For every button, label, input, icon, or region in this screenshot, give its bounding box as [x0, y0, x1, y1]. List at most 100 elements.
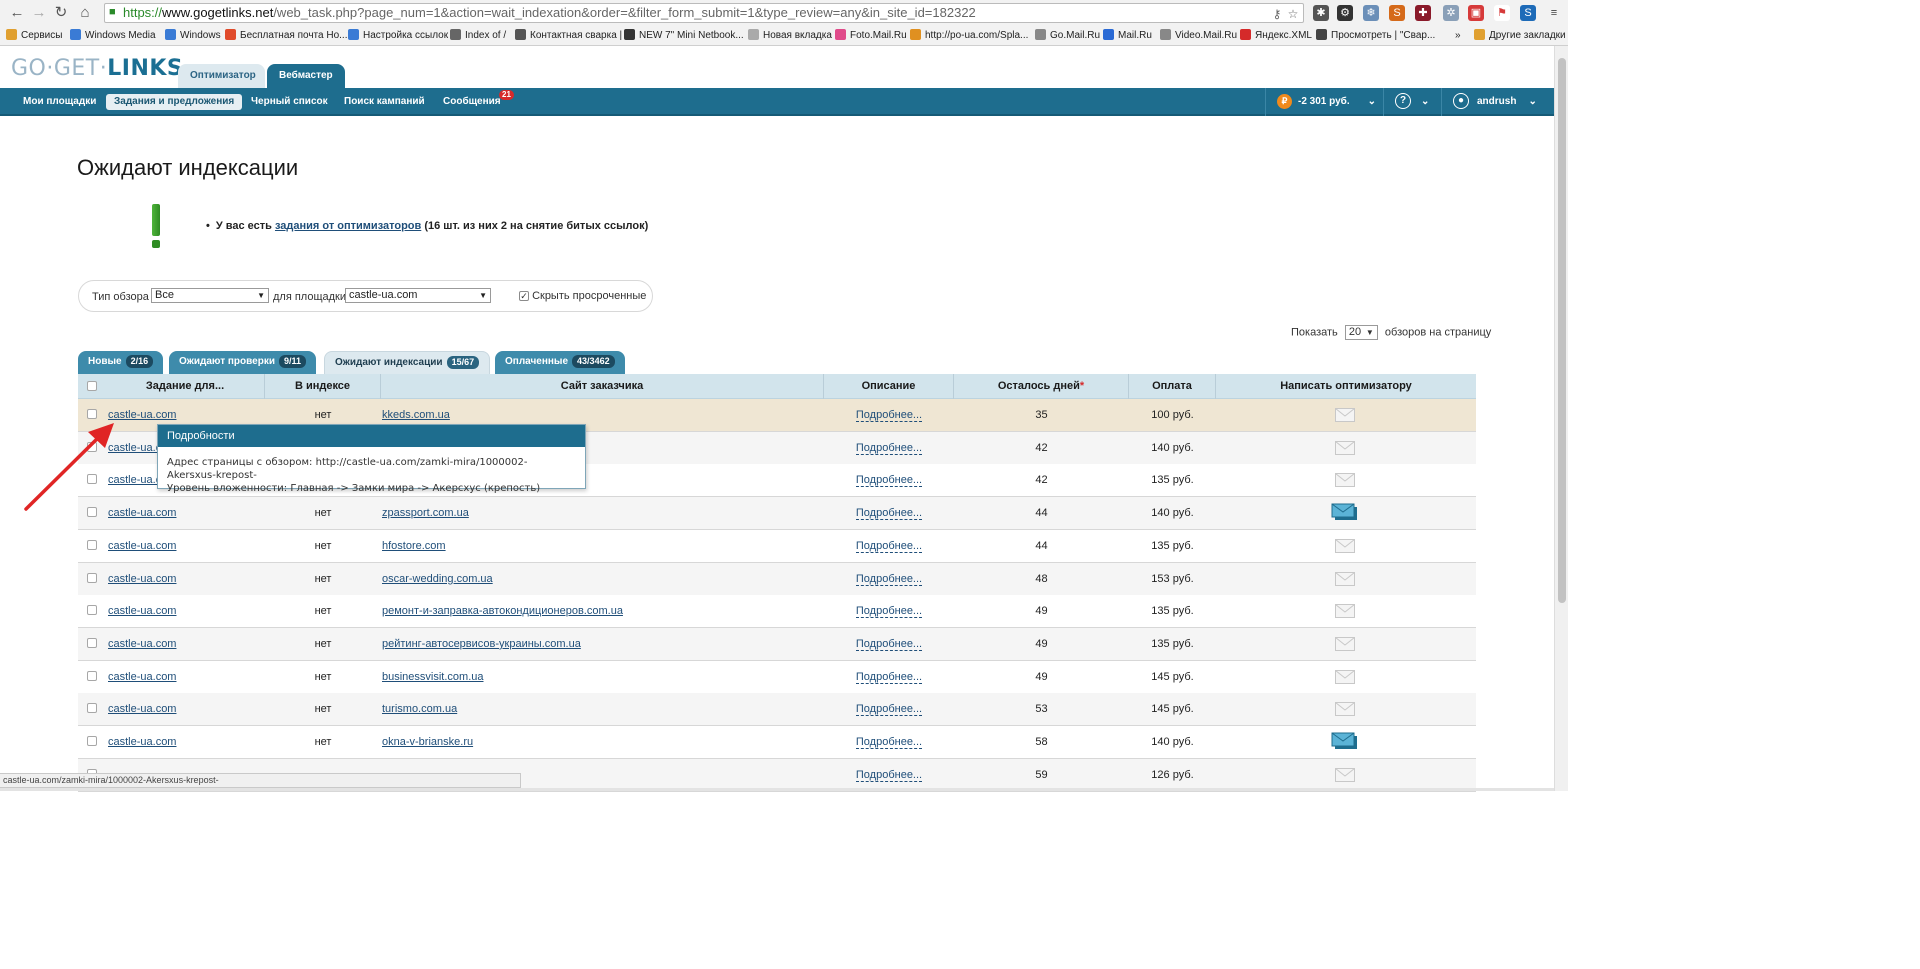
tab-new[interactable]: Новые 2/16: [78, 351, 164, 375]
balance-menu[interactable]: ₽ -2 301 руб. ⌄: [1277, 93, 1376, 111]
review-type-select[interactable]: Все ▼: [151, 288, 269, 303]
col-payment[interactable]: Оплата: [1129, 374, 1216, 399]
bookmark-item[interactable]: Сервисы: [6, 28, 62, 43]
messages-envelope-icon[interactable]: [1331, 503, 1359, 521]
cell-desc[interactable]: Подробнее...: [855, 474, 923, 488]
envelope-icon[interactable]: [1335, 473, 1355, 488]
bookmark-item[interactable]: NEW 7" Mini Netbook...: [624, 28, 744, 43]
envelope-icon[interactable]: [1335, 571, 1355, 586]
col-task-for[interactable]: Задание для...: [106, 374, 265, 399]
site-select[interactable]: castle-ua.com ▼: [345, 288, 491, 303]
extension-s2-icon[interactable]: S: [1520, 5, 1536, 21]
bookmark-item[interactable]: Бесплатная почта Но...: [225, 28, 347, 43]
extension-gear-icon[interactable]: ⚙: [1337, 5, 1353, 21]
select-all-checkbox[interactable]: [87, 381, 97, 391]
optimizer-tasks-link[interactable]: задания от оптимизаторов: [275, 220, 421, 232]
cell-customer[interactable]: zpassport.com.ua: [382, 507, 469, 519]
cell-desc[interactable]: Подробнее...: [855, 409, 923, 422]
row-checkbox[interactable]: [87, 736, 97, 746]
bookmark-item[interactable]: Windows: [165, 28, 221, 43]
extension-snow-icon[interactable]: ❄: [1363, 5, 1379, 21]
cell-customer[interactable]: okna-v-brianske.ru: [382, 736, 473, 748]
cell-desc[interactable]: Подробнее...: [855, 507, 923, 521]
site-logo[interactable]: GO·GET·LINKS: [11, 56, 183, 81]
envelope-icon[interactable]: [1335, 604, 1355, 619]
forward-icon[interactable]: →: [30, 4, 48, 22]
cell-desc[interactable]: Подробнее...: [855, 703, 923, 717]
cell-desc[interactable]: Подробнее...: [855, 637, 923, 651]
row-checkbox[interactable]: [87, 539, 97, 550]
cell-customer[interactable]: hfostore.com: [382, 540, 446, 552]
bookmark-star-icon[interactable]: ☆: [1285, 6, 1301, 22]
bookmark-item[interactable]: Index of /: [450, 28, 506, 43]
row-checkbox[interactable]: [87, 670, 97, 681]
cell-customer[interactable]: turismo.com.ua: [382, 703, 457, 715]
row-checkbox[interactable]: [87, 605, 97, 616]
envelope-icon[interactable]: [1335, 636, 1355, 651]
row-checkbox[interactable]: [87, 703, 97, 714]
nav-blacklist[interactable]: Черный список: [251, 94, 328, 110]
key-icon[interactable]: ⚷: [1269, 6, 1285, 22]
extension-flag-icon[interactable]: ✚: [1415, 5, 1431, 21]
row-checkbox[interactable]: [87, 572, 97, 583]
cell-desc[interactable]: Подробнее...: [855, 441, 923, 455]
bookmark-item[interactable]: Windows Media: [70, 28, 156, 43]
bookmark-item[interactable]: Настройка ссылок: [348, 28, 448, 43]
bookmark-item[interactable]: Mail.Ru: [1103, 28, 1152, 43]
bookmark-item[interactable]: Foto.Mail.Ru: [835, 28, 907, 43]
cell-site[interactable]: castle-ua.com: [108, 671, 176, 683]
bookmark-folder[interactable]: Другие закладки: [1474, 28, 1566, 43]
nav-messages[interactable]: Сообщения 21: [443, 90, 514, 110]
home-icon[interactable]: ⌂: [76, 4, 94, 22]
bookmark-item[interactable]: Контактная сварка |: [515, 28, 622, 43]
bookmark-item[interactable]: Go.Mail.Ru: [1035, 28, 1100, 43]
bookmark-item[interactable]: http://po-ua.com/Spla...: [910, 28, 1028, 43]
extension-sun-icon[interactable]: ✲: [1443, 5, 1459, 21]
reload-icon[interactable]: ↻: [52, 4, 70, 22]
cell-customer[interactable]: kkeds.com.ua: [382, 409, 450, 421]
cell-customer[interactable]: oscar-wedding.com.ua: [382, 573, 493, 585]
menu-icon[interactable]: ≡: [1546, 5, 1562, 21]
back-icon[interactable]: ←: [8, 4, 26, 22]
extension-cart-icon[interactable]: ⚑: [1494, 5, 1510, 21]
envelope-icon[interactable]: [1335, 440, 1355, 455]
scrollbar-thumb[interactable]: [1558, 58, 1566, 603]
extension-s-icon[interactable]: S: [1389, 5, 1405, 21]
envelope-icon[interactable]: [1335, 538, 1355, 553]
hide-expired-checkbox[interactable]: ✓: [519, 291, 529, 302]
nav-campaign-search[interactable]: Поиск кампаний: [344, 94, 425, 110]
extension-save-icon[interactable]: ▣: [1468, 5, 1484, 21]
cell-desc[interactable]: Подробнее...: [855, 572, 923, 586]
cell-site[interactable]: castle-ua.com: [108, 573, 176, 585]
bookmark-item[interactable]: Новая вкладка: [748, 28, 832, 43]
cell-desc[interactable]: Подробнее...: [855, 768, 923, 782]
vertical-scrollbar[interactable]: [1554, 46, 1568, 791]
cell-customer[interactable]: ремонт-и-заправка-автокондиционеров.com.…: [382, 605, 623, 617]
user-menu[interactable]: ● andrush ⌄: [1453, 93, 1537, 111]
bookmark-item[interactable]: Яндекс.XML: [1240, 28, 1312, 43]
col-customer-site[interactable]: Сайт заказчика: [381, 374, 824, 399]
cell-customer[interactable]: рейтинг-автосервисов-украины.com.ua: [382, 638, 581, 650]
address-bar[interactable]: ■ https://www.gogetlinks.net/web_task.ph…: [104, 3, 1304, 23]
envelope-icon[interactable]: [1335, 767, 1355, 782]
cell-desc[interactable]: Подробнее...: [855, 736, 923, 749]
role-tab-webmaster[interactable]: Вебмастер: [267, 64, 345, 88]
cell-site[interactable]: castle-ua.com: [108, 736, 176, 748]
cell-desc[interactable]: Подробнее...: [855, 670, 923, 684]
cell-site[interactable]: castle-ua.com: [108, 540, 176, 552]
help-menu[interactable]: ? ⌄: [1395, 93, 1429, 111]
horizontal-scrollbar[interactable]: [0, 788, 1554, 791]
row-checkbox[interactable]: [87, 409, 97, 419]
envelope-icon[interactable]: [1335, 702, 1355, 717]
tab-awaiting-indexation[interactable]: Ожидают индексации 15/67: [324, 351, 491, 375]
row-checkbox[interactable]: [87, 637, 97, 648]
cell-site[interactable]: castle-ua.com: [108, 703, 176, 715]
role-tab-optimizer[interactable]: Оптимизатор: [178, 64, 265, 88]
col-indexed[interactable]: В индексе: [265, 374, 381, 399]
cell-site[interactable]: castle-ua.com: [108, 605, 176, 617]
bookmark-item[interactable]: Video.Mail.Ru: [1160, 28, 1237, 43]
envelope-icon[interactable]: [1335, 669, 1355, 684]
col-days-left[interactable]: Осталось дней*: [954, 374, 1129, 399]
cell-desc[interactable]: Подробнее...: [855, 539, 923, 553]
tab-awaiting-check[interactable]: Ожидают проверки 9/11: [169, 351, 317, 375]
